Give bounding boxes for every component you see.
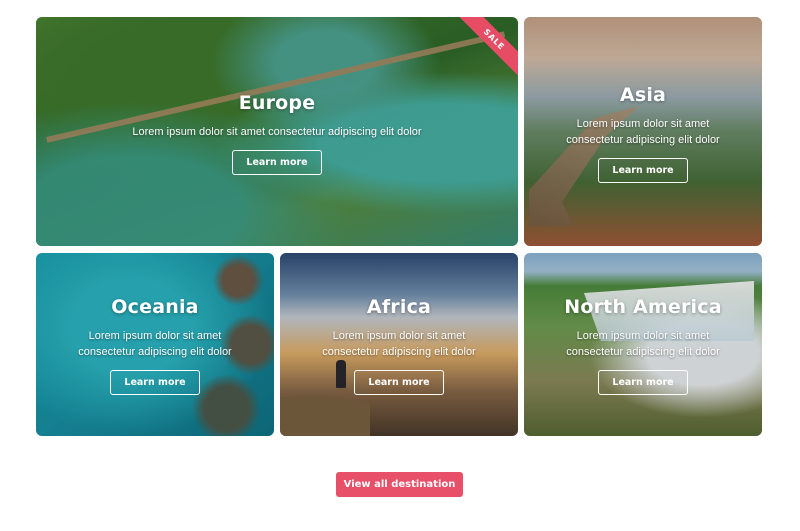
card-title: North America xyxy=(564,296,722,318)
card-content: Oceania Lorem ipsum dolor sit amet conse… xyxy=(36,296,274,395)
card-title: Africa xyxy=(366,296,432,318)
card-title: Asia xyxy=(619,84,667,106)
card-title: Oceania xyxy=(111,296,199,318)
card-content: Europe Lorem ipsum dolor sit amet consec… xyxy=(36,92,518,175)
learn-more-button[interactable]: Learn more xyxy=(110,370,200,395)
learn-more-button[interactable]: Learn more xyxy=(598,158,688,183)
card-title: Europe xyxy=(238,92,316,114)
view-all-destinations-button[interactable]: View all destination xyxy=(336,472,463,497)
destinations-grid: SALE Europe Lorem ipsum dolor sit amet c… xyxy=(36,17,763,437)
card-description: Lorem ipsum dolor sit amet consectetur a… xyxy=(132,126,422,138)
card-description: Lorem ipsum dolor sit amet consectetur a… xyxy=(322,330,476,358)
learn-more-button[interactable]: Learn more xyxy=(232,150,322,175)
card-description: Lorem ipsum dolor sit amet consectetur a… xyxy=(566,330,720,358)
destination-card-oceania[interactable]: Oceania Lorem ipsum dolor sit amet conse… xyxy=(36,253,274,436)
destination-card-europe[interactable]: SALE Europe Lorem ipsum dolor sit amet c… xyxy=(36,17,518,246)
learn-more-button[interactable]: Learn more xyxy=(354,370,444,395)
destination-card-africa[interactable]: Africa Lorem ipsum dolor sit amet consec… xyxy=(280,253,518,436)
learn-more-button[interactable]: Learn more xyxy=(598,370,688,395)
destination-card-north-america[interactable]: North America Lorem ipsum dolor sit amet… xyxy=(524,253,762,436)
card-content: Africa Lorem ipsum dolor sit amet consec… xyxy=(280,296,518,395)
card-content: North America Lorem ipsum dolor sit amet… xyxy=(524,296,762,395)
card-content: Asia Lorem ipsum dolor sit amet consecte… xyxy=(524,84,762,183)
card-description: Lorem ipsum dolor sit amet consectetur a… xyxy=(566,118,720,146)
card-description: Lorem ipsum dolor sit amet consectetur a… xyxy=(78,330,232,358)
destination-card-asia[interactable]: Asia Lorem ipsum dolor sit amet consecte… xyxy=(524,17,762,246)
